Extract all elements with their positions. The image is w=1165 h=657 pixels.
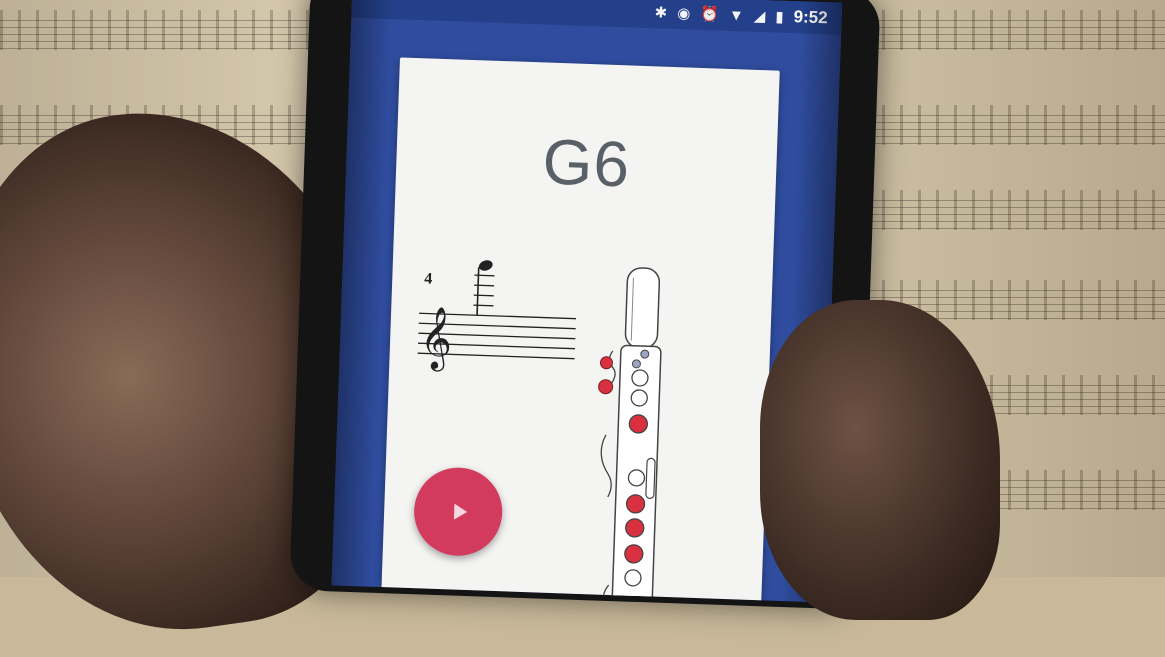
- play-button[interactable]: [412, 466, 504, 558]
- tone-hole-open: [631, 369, 649, 387]
- note-stem: [476, 267, 480, 316]
- key-open: [640, 349, 650, 359]
- note-card: G6 4 𝄞: [380, 57, 780, 603]
- bluetooth-icon: ✱: [654, 4, 668, 22]
- tone-hole-pressed: [617, 598, 635, 603]
- treble-clef-icon: 𝄞: [419, 305, 453, 372]
- battery-icon: ▮: [775, 8, 784, 26]
- signal-icon: ◢: [753, 7, 766, 26]
- register-key-pressed: [599, 356, 613, 370]
- alarm-icon: ⏰: [700, 5, 720, 24]
- tone-hole-open: [627, 469, 646, 487]
- tone-hole-open: [624, 569, 642, 587]
- tone-hole-open: [630, 389, 648, 407]
- time-signature: 4: [424, 270, 433, 287]
- tone-hole-pressed: [628, 414, 649, 434]
- note-head: [478, 260, 493, 271]
- right-hand: [760, 300, 1000, 620]
- thumb-key-pressed: [598, 379, 614, 395]
- clarinet-fingering-chart: [598, 267, 662, 603]
- key-open: [631, 359, 641, 369]
- music-staff: 4 𝄞: [417, 260, 577, 372]
- wifi-icon: ▼: [728, 6, 745, 24]
- mouthpiece: [624, 267, 661, 349]
- tone-hole-pressed: [625, 494, 646, 514]
- play-icon: [453, 503, 467, 521]
- sync-icon: ◉: [676, 5, 691, 23]
- tone-hole-pressed: [625, 518, 645, 538]
- status-bar: ✱ ◉ ⏰ ▼ ◢ ▮ 9:52: [351, 0, 843, 35]
- tone-hole-pressed: [624, 544, 644, 564]
- ledger-lines: [473, 274, 495, 307]
- note-name: G6: [541, 125, 632, 201]
